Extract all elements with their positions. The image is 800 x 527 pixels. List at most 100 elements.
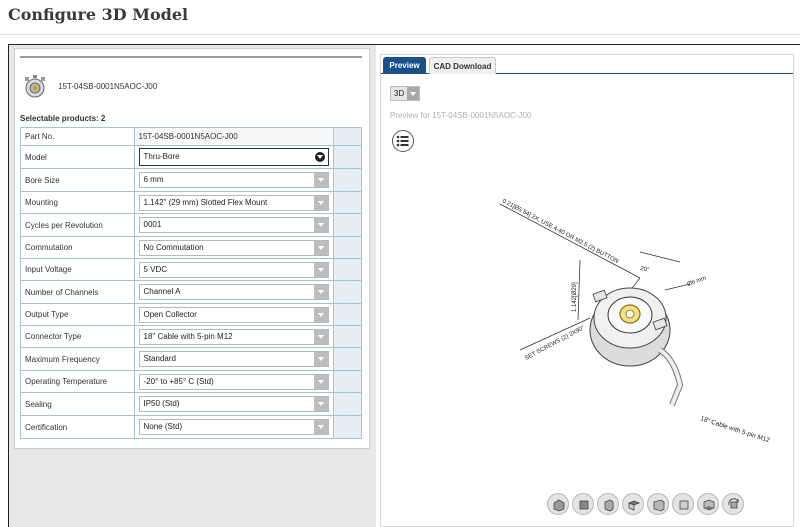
connector-type-value: 18" Cable with 5-pin M12 <box>143 331 233 341</box>
output-type-select[interactable]: Open Collector <box>138 306 329 323</box>
product-name: 15T-04SB-0001N5AOC-J00 <box>58 82 158 91</box>
row-end-cell <box>332 127 362 146</box>
configure-3d-model-page: Configure 3D Model 15T-04SB-0001N5AOC-J0… <box>0 0 800 527</box>
view-bottom-icon <box>703 499 715 511</box>
view-iso-button[interactable] <box>547 493 569 515</box>
option-label: Certification <box>20 415 135 439</box>
tab-preview[interactable]: Preview <box>383 57 426 74</box>
encoder-body <box>589 287 684 407</box>
certification-select[interactable]: None (Std) <box>138 419 329 435</box>
row-end-cell <box>332 347 362 371</box>
view-top-icon <box>627 500 641 511</box>
table-row: Certification None (Std) <box>20 415 362 439</box>
list-icon <box>396 135 409 147</box>
model-tree-button[interactable] <box>392 130 414 152</box>
preview-for-label: Preview for 15T-04SB-0001N5AOC-J00 <box>390 111 532 120</box>
mounting-select[interactable]: 1.142" (29 mm) Slotted Flex Mount <box>138 194 329 211</box>
table-row: Number of Channels Channel A <box>20 280 362 304</box>
sealing-value: IP50 (Std) <box>143 399 180 408</box>
chevron-down-icon[interactable] <box>312 149 328 165</box>
product-thumbnail-icon <box>25 75 45 98</box>
sealing-select[interactable]: IP50 (Std) <box>138 396 329 412</box>
commutation-select[interactable]: No Commutation <box>138 239 329 256</box>
dropdown-arrow-icon[interactable] <box>313 218 328 232</box>
row-end-cell <box>332 191 362 214</box>
table-row: Cycles per Revolution 0001 <box>20 213 362 237</box>
annotation-cable: 18" Cable with 5-pin M12 <box>699 415 770 444</box>
option-label: Cycles per Revolution <box>20 213 135 237</box>
view-right-icon <box>653 499 665 512</box>
option-label: Number of Channels <box>20 280 135 304</box>
input-voltage-value: 5 VDC <box>143 264 168 274</box>
annotation-angle: 20° <box>640 266 651 274</box>
dropdown-arrow-icon[interactable] <box>313 352 328 366</box>
dropdown-arrow-icon[interactable] <box>313 240 328 255</box>
row-end-cell <box>332 213 362 237</box>
model-select[interactable]: Thru-Bore <box>138 148 329 166</box>
table-row: Bore Size 6 mm <box>20 168 362 192</box>
row-end-cell <box>332 303 362 326</box>
tab-cad-download[interactable]: CAD Download <box>429 57 496 74</box>
dropdown-arrow-icon[interactable] <box>313 173 328 187</box>
dropdown-arrow-icon[interactable] <box>313 420 328 434</box>
operating-temperature-select[interactable]: -20° to +85° C (Std) <box>138 373 329 390</box>
option-label: Connector Type <box>20 325 135 348</box>
model-value: Thru-Bore <box>143 152 180 161</box>
view-front-icon <box>579 500 589 510</box>
view-left-button[interactable] <box>597 493 619 515</box>
annotation-bore: Ø6 mm <box>687 276 708 288</box>
view-mode-value: 3D <box>394 89 405 98</box>
option-label: Output Type <box>20 303 135 326</box>
max-frequency-value: Standard <box>143 354 176 363</box>
view-bottom-button[interactable] <box>697 493 719 515</box>
annotation-dimension: 1.142[Ø29] <box>572 282 578 312</box>
dropdown-arrow-icon[interactable] <box>407 87 419 100</box>
dropdown-arrow-icon[interactable] <box>313 262 328 277</box>
view-toolbar <box>547 493 744 515</box>
rotate-button[interactable] <box>722 493 744 515</box>
configuration-table: Part No. 15T-04SB-0001N5AOC-J00 Model Th… <box>20 127 362 439</box>
view-top-button[interactable] <box>622 493 644 515</box>
table-row: Mounting 1.142" (29 mm) Slotted Flex Mou… <box>20 191 362 214</box>
maximum-frequency-select[interactable]: Standard <box>138 351 329 367</box>
annotation-setscrew: SET SCREWS (2) 2X90° <box>524 325 586 362</box>
view-back-button[interactable] <box>672 493 694 515</box>
table-row: Connector Type 18" Cable with 5-pin M12 <box>20 325 362 348</box>
dropdown-arrow-icon[interactable] <box>313 307 328 322</box>
number-of-channels-select[interactable]: Channel A <box>138 284 329 300</box>
bore-size-select[interactable]: 6 mm <box>138 172 329 188</box>
mounting-value: 1.142" (29 mm) Slotted Flex Mount <box>143 197 268 207</box>
input-voltage-select[interactable]: 5 VDC <box>138 261 329 278</box>
title-divider <box>0 34 800 35</box>
table-row-part-no: Part No. 15T-04SB-0001N5AOC-J00 <box>20 127 362 146</box>
option-label: Mounting <box>20 191 135 214</box>
dropdown-arrow-icon[interactable] <box>313 195 328 210</box>
cycles-per-revolution-select[interactable]: 0001 <box>138 217 329 233</box>
panel-divider <box>20 56 362 58</box>
certification-value: None (Std) <box>143 422 183 431</box>
row-end-cell <box>332 325 362 348</box>
dropdown-arrow-icon[interactable] <box>313 374 328 389</box>
view-iso-icon <box>553 499 565 512</box>
option-label: Commutation <box>20 236 135 259</box>
row-end-cell <box>332 280 362 304</box>
view-left-icon <box>604 499 614 512</box>
option-label: Input Voltage <box>20 258 135 281</box>
row-end-cell <box>332 168 362 192</box>
table-row: Sealing IP50 (Std) <box>20 392 362 416</box>
view-front-button[interactable] <box>572 493 594 515</box>
table-row: Model Thru-Bore <box>20 145 362 169</box>
table-row: Input Voltage 5 VDC <box>20 258 362 281</box>
view-right-button[interactable] <box>647 493 669 515</box>
encoder-3d-model[interactable]: 0.21[Ø5.54] 2X, USE 4-40 OR M2.5 (2) BUT… <box>490 190 780 450</box>
annotation-screw: 0.21[Ø5.54] 2X, USE 4-40 OR M2.5 (2) BUT… <box>501 198 619 265</box>
dropdown-arrow-icon[interactable] <box>313 397 328 411</box>
option-label: Maximum Frequency <box>20 347 135 371</box>
option-label: Sealing <box>20 392 135 416</box>
connector-type-select[interactable]: 18" Cable with 5-pin M12 <box>138 328 329 345</box>
view-mode-select[interactable]: 3D <box>390 86 420 101</box>
selectable-products-label: Selectable products: 2 <box>20 114 106 123</box>
dropdown-arrow-icon[interactable] <box>313 329 328 344</box>
bore-size-value: 6 mm <box>143 175 164 184</box>
dropdown-arrow-icon[interactable] <box>313 285 328 299</box>
